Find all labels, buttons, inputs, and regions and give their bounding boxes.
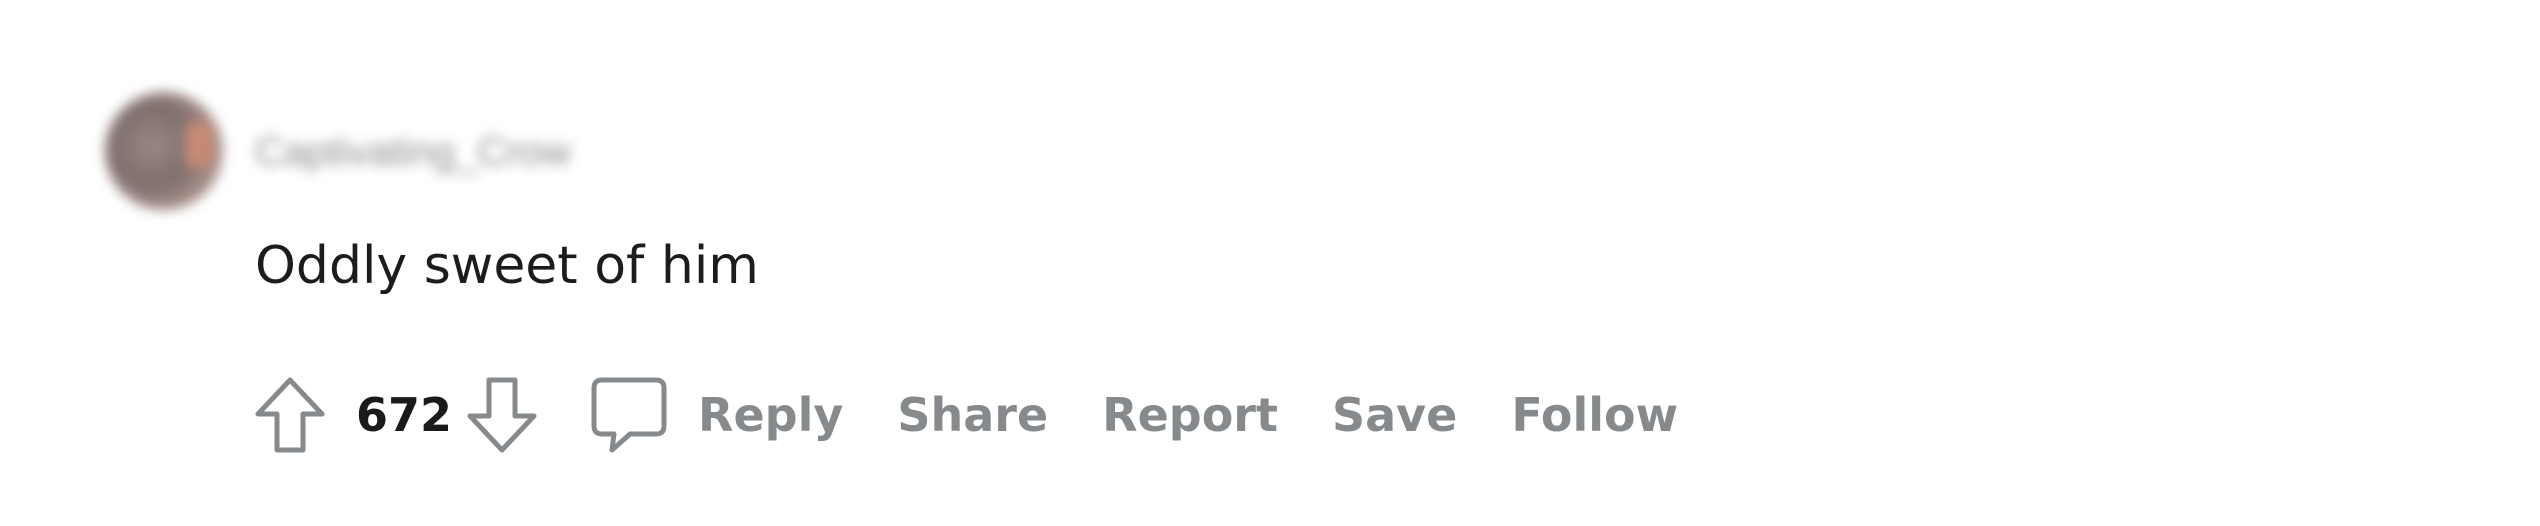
downvote-button[interactable] <box>462 370 542 460</box>
avatar[interactable] <box>105 92 223 210</box>
action-bar: 672 Reply Share Report Save Follow <box>250 370 1678 460</box>
report-button[interactable]: Report <box>1102 388 1278 442</box>
downvote-arrow-icon <box>467 377 537 453</box>
speech-bubble-icon <box>591 377 667 453</box>
share-button[interactable]: Share <box>897 388 1048 442</box>
save-button[interactable]: Save <box>1332 388 1457 442</box>
follow-button[interactable]: Follow <box>1511 388 1678 442</box>
vote-score: 672 <box>356 388 453 442</box>
upvote-arrow-icon <box>255 377 325 453</box>
comment: Captivating_Crow Oddly sweet of him 672 … <box>0 0 2540 526</box>
username[interactable]: Captivating_Crow <box>255 130 571 175</box>
reply-comment-button[interactable] <box>586 370 672 460</box>
upvote-button[interactable] <box>250 370 330 460</box>
reply-button[interactable]: Reply <box>698 388 843 442</box>
comment-text: Oddly sweet of him <box>255 236 759 296</box>
